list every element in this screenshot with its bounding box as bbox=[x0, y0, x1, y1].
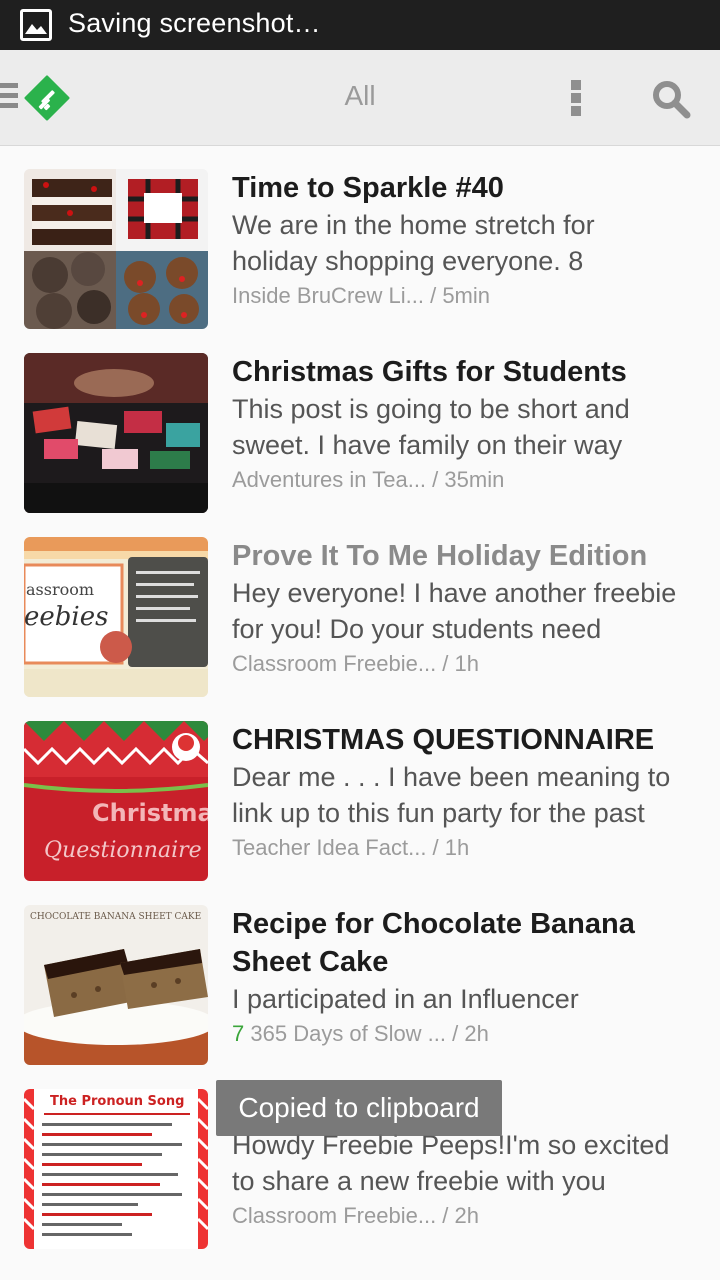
article-thumbnail[interactable] bbox=[24, 169, 208, 329]
menu-icon[interactable] bbox=[0, 83, 18, 111]
article-snippet: Hey everyone! I have another freebie bbox=[232, 578, 677, 608]
article-title[interactable]: Christmas Gifts for Students bbox=[232, 353, 702, 391]
article-snippet: Dear me . . . I have been meaning to bbox=[232, 762, 671, 792]
article-age: 35min bbox=[444, 467, 505, 492]
thumb-text: The Pronoun Song bbox=[50, 1094, 184, 1109]
article-snippet: This post is going to be short and bbox=[232, 394, 630, 424]
thumb-text: Christmas bbox=[92, 799, 208, 827]
article-thumbnail[interactable]: Christmas Questionnaire bbox=[24, 721, 208, 881]
article-snippet: to share a new freebie with you bbox=[232, 1166, 606, 1196]
toast-message: Copied to clipboard bbox=[216, 1080, 502, 1136]
article-snippet: We are in the home stretch for bbox=[232, 210, 595, 240]
article-age: 1h bbox=[444, 835, 470, 860]
status-text: Saving screenshot… bbox=[68, 8, 321, 38]
article-thumbnail[interactable]: assroom eebies bbox=[24, 537, 208, 697]
article-age: 5min bbox=[442, 283, 490, 308]
article-snippet: sweet. I have family on their way bbox=[232, 430, 623, 460]
article-meta: Teacher Idea Fact... / 1h bbox=[232, 835, 470, 860]
article-meta: 7 365 Days of Slow ... / 2h bbox=[232, 1021, 489, 1046]
article-age: 2h bbox=[464, 1021, 489, 1046]
image-icon bbox=[20, 9, 52, 41]
article-title[interactable]: CHRISTMAS QUESTIONNAIRE bbox=[232, 721, 702, 759]
article-source: Teacher Idea Fact... bbox=[232, 835, 427, 860]
article-item[interactable]: Christmas Gifts for Students This post i… bbox=[0, 331, 720, 515]
feedly-logo[interactable] bbox=[24, 75, 70, 121]
unread-count: 7 bbox=[232, 1021, 245, 1046]
thumb-text: eebies bbox=[24, 602, 108, 632]
article-item[interactable]: Christmas Questionnaire CHRISTMAS QUESTI… bbox=[0, 699, 720, 883]
article-source: Adventures in Tea... bbox=[232, 467, 427, 492]
article-item[interactable]: assroom eebies Prove It To Me Holiday Ed… bbox=[0, 515, 720, 699]
thumb-text: Questionnaire bbox=[44, 838, 202, 863]
article-item[interactable]: Time to Sparkle #40 We are in the home s… bbox=[0, 147, 720, 331]
app-bar: All bbox=[0, 50, 720, 146]
thumb-text: CHOCOLATE BANANA SHEET CAKE bbox=[30, 912, 201, 922]
article-source: Inside BruCrew Li... bbox=[232, 283, 424, 308]
article-meta: Classroom Freebie... / 1h bbox=[232, 651, 480, 676]
article-title[interactable]: Prove It To Me Holiday Edition bbox=[232, 537, 702, 575]
article-item[interactable]: CHOCOLATE BANANA SHEET CAKE Recipe for C… bbox=[0, 883, 720, 1067]
article-meta: Classroom Freebie... / 2h bbox=[232, 1203, 480, 1228]
article-age: 2h bbox=[454, 1203, 480, 1228]
article-snippet: holiday shopping everyone. 8 bbox=[232, 246, 584, 276]
thumb-text: assroom bbox=[26, 580, 94, 599]
article-source: Classroom Freebie... bbox=[232, 651, 437, 676]
article-source: 365 Days of Slow ... bbox=[250, 1021, 447, 1046]
article-meta: Inside BruCrew Li... / 5min bbox=[232, 283, 490, 308]
article-title[interactable]: Time to Sparkle #40 bbox=[232, 169, 702, 207]
article-snippet: link up to this fun party for the past bbox=[232, 798, 645, 828]
status-bar: Saving screenshot… bbox=[0, 0, 720, 50]
more-vert-icon[interactable] bbox=[568, 80, 584, 120]
page-title[interactable]: All bbox=[300, 80, 420, 112]
article-thumbnail[interactable]: CHOCOLATE BANANA SHEET CAKE bbox=[24, 905, 208, 1065]
article-title[interactable]: Recipe for Chocolate Banana bbox=[232, 905, 702, 943]
search-icon[interactable] bbox=[650, 78, 692, 120]
article-meta: Adventures in Tea... / 35min bbox=[232, 467, 505, 492]
article-title[interactable]: Sheet Cake bbox=[232, 943, 702, 981]
article-snippet: for you! Do your students need bbox=[232, 614, 602, 644]
article-snippet: I participated in an Influencer bbox=[232, 984, 579, 1014]
article-thumbnail[interactable] bbox=[24, 353, 208, 513]
article-thumbnail[interactable]: The Pronoun Song bbox=[24, 1089, 208, 1249]
article-source: Classroom Freebie... bbox=[232, 1203, 437, 1228]
article-age: 1h bbox=[454, 651, 480, 676]
